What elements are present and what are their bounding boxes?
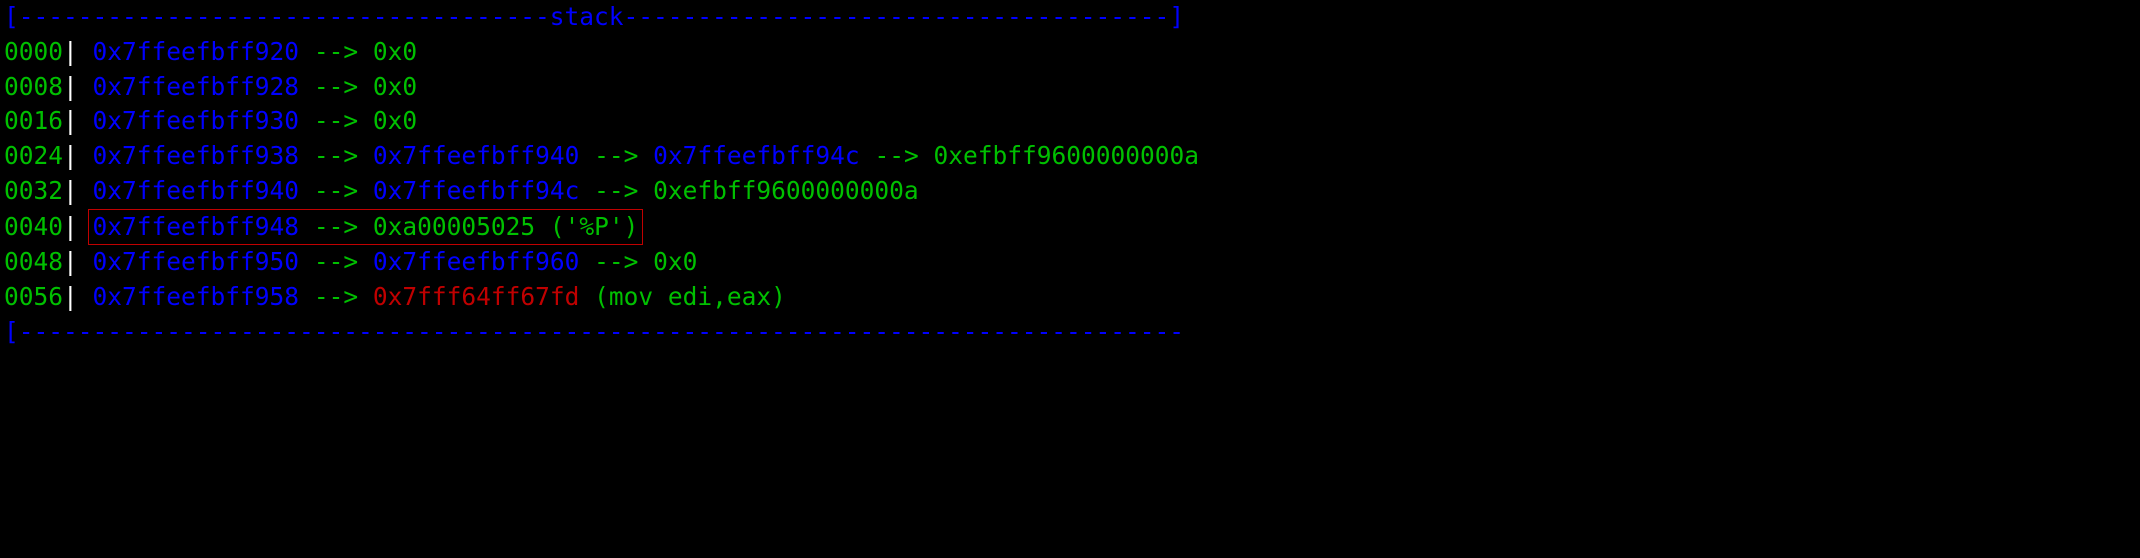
arrow-icon: -->: [314, 141, 358, 170]
stack-row: 0000| 0x7ffeefbff920 --> 0x0: [0, 35, 2140, 70]
stack-row: 0008| 0x7ffeefbff928 --> 0x0: [0, 70, 2140, 105]
stack-offset: 0040: [4, 212, 63, 241]
stack-row: 0048| 0x7ffeefbff950 --> 0x7ffeefbff960 …: [0, 245, 2140, 280]
stack-body: 0000| 0x7ffeefbff920 --> 0x00008| 0x7ffe…: [0, 35, 2140, 315]
footer-left-bracket: [: [4, 317, 19, 346]
stack-address: 0x7ffeefbff940: [93, 176, 300, 205]
stack-header: [------------------------------------sta…: [0, 0, 2140, 35]
arrow-icon: -->: [594, 141, 638, 170]
arrow-icon: -->: [314, 212, 358, 241]
stack-value: 0xa00005025: [373, 212, 535, 241]
arrow-icon: -->: [314, 282, 358, 311]
header-right-bracket: ]: [1169, 2, 1184, 31]
deref-address: 0x7ffeefbff94c: [373, 176, 580, 205]
stack-address: 0x7ffeefbff938: [93, 141, 300, 170]
stack-row: 0024| 0x7ffeefbff938 --> 0x7ffeefbff940 …: [0, 139, 2140, 174]
stack-value: 0x0: [373, 72, 417, 101]
stack-address: 0x7ffeefbff948: [93, 212, 300, 241]
stack-address: 0x7ffeefbff930: [93, 106, 300, 135]
arrow-icon: -->: [594, 247, 638, 276]
header-dashes-left: ------------------------------------: [19, 2, 550, 31]
stack-value: 0xefbff9600000000a: [933, 141, 1199, 170]
separator-pipe: |: [63, 247, 78, 276]
stack-address: 0x7ffeefbff928: [93, 72, 300, 101]
separator-pipe: |: [63, 37, 78, 66]
separator-pipe: |: [63, 141, 78, 170]
stack-offset: 0016: [4, 106, 63, 135]
header-dashes-right: -------------------------------------: [624, 2, 1170, 31]
arrow-icon: -->: [874, 141, 918, 170]
annotation: ('%P'): [550, 212, 639, 241]
arrow-icon: -->: [314, 37, 358, 66]
arrow-icon: -->: [314, 176, 358, 205]
stack-value: 0x0: [373, 37, 417, 66]
stack-offset: 0032: [4, 176, 63, 205]
deref-address: 0x7ffeefbff960: [373, 247, 580, 276]
separator-pipe: |: [63, 72, 78, 101]
highlight-box: 0x7ffeefbff948 --> 0xa00005025 ('%P'): [88, 209, 644, 246]
stack-offset: 0000: [4, 37, 63, 66]
annotation: (mov edi,eax): [594, 282, 786, 311]
stack-value: 0x0: [653, 247, 697, 276]
stack-address: 0x7ffeefbff958: [93, 282, 300, 311]
stack-row: 0032| 0x7ffeefbff940 --> 0x7ffeefbff94c …: [0, 174, 2140, 209]
stack-address: 0x7ffeefbff950: [93, 247, 300, 276]
stack-row: 0056| 0x7ffeefbff958 --> 0x7fff64ff67fd …: [0, 280, 2140, 315]
stack-offset: 0056: [4, 282, 63, 311]
stack-row: 0016| 0x7ffeefbff930 --> 0x0: [0, 104, 2140, 139]
stack-address: 0x7ffeefbff920: [93, 37, 300, 66]
deref-address: 0x7ffeefbff940: [373, 141, 580, 170]
separator-pipe: |: [63, 282, 78, 311]
stack-footer: [---------------------------------------…: [0, 315, 2140, 350]
stack-offset: 0048: [4, 247, 63, 276]
footer-dashes: ----------------------------------------…: [19, 317, 1184, 346]
separator-pipe: |: [63, 212, 78, 241]
deref-address: 0x7ffeefbff94c: [653, 141, 860, 170]
arrow-icon: -->: [314, 106, 358, 135]
stack-row: 0040| 0x7ffeefbff948 --> 0xa00005025 ('%…: [0, 209, 2140, 246]
header-title: stack: [550, 2, 624, 31]
arrow-icon: -->: [594, 176, 638, 205]
code-address: 0x7fff64ff67fd: [373, 282, 580, 311]
stack-offset: 0008: [4, 72, 63, 101]
header-left-bracket: [: [4, 2, 19, 31]
stack-value: 0x0: [373, 106, 417, 135]
stack-value: 0xefbff9600000000a: [653, 176, 919, 205]
separator-pipe: |: [63, 106, 78, 135]
arrow-icon: -->: [314, 247, 358, 276]
separator-pipe: |: [63, 176, 78, 205]
arrow-icon: -->: [314, 72, 358, 101]
stack-offset: 0024: [4, 141, 63, 170]
